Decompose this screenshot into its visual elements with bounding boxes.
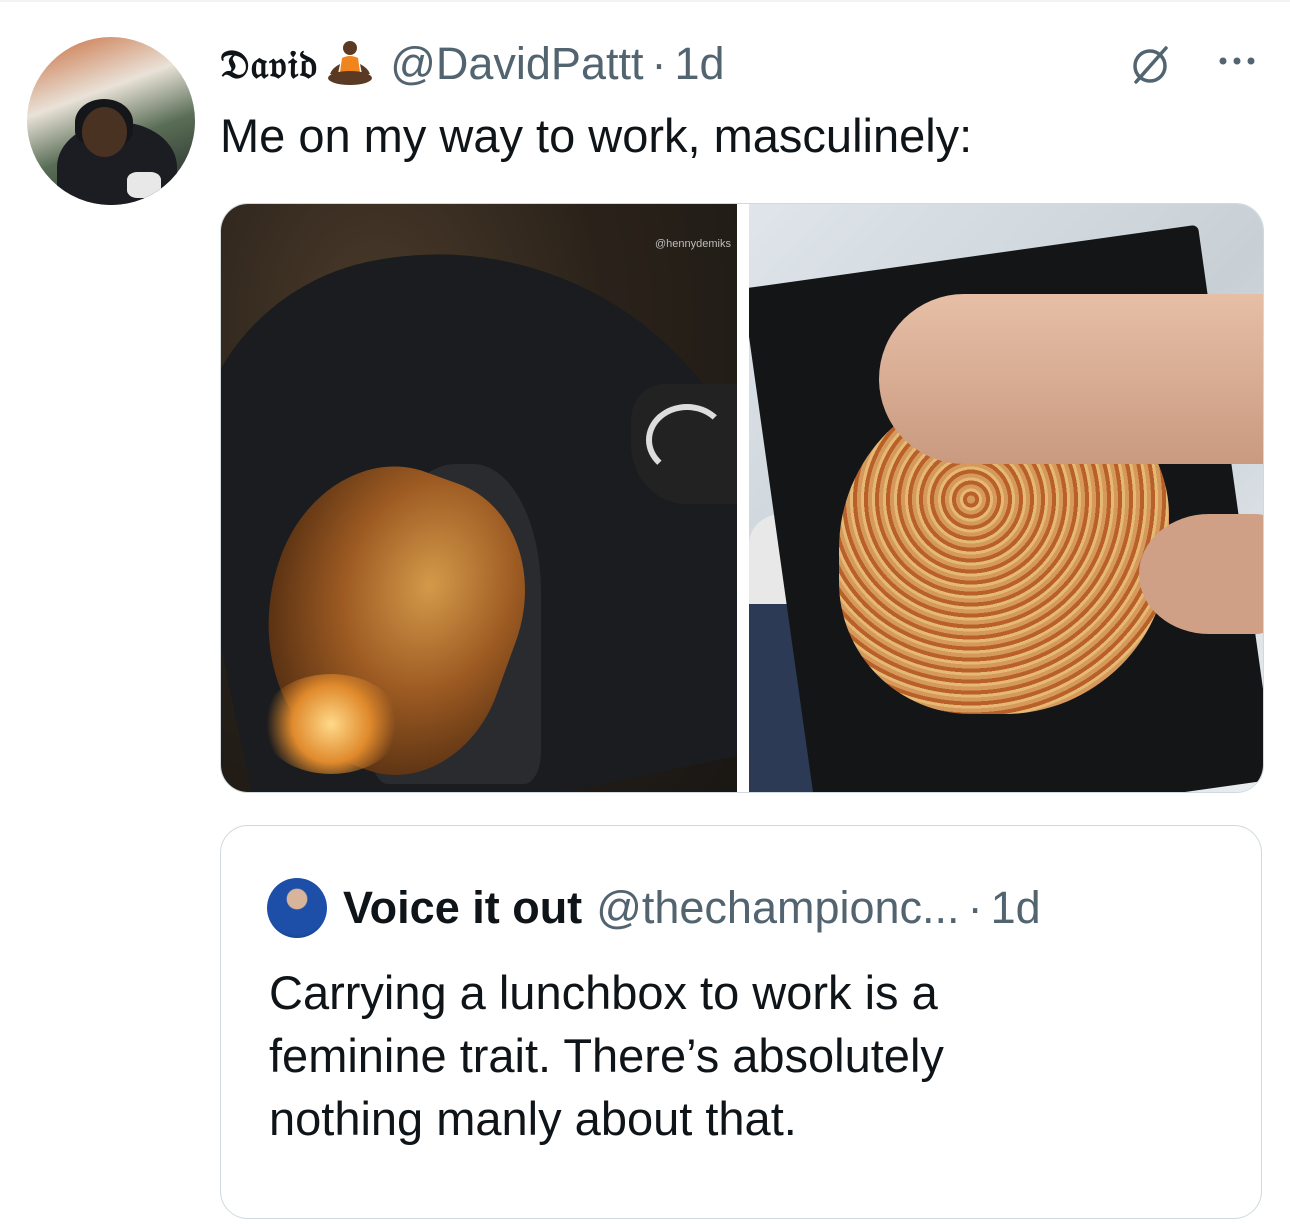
photo-watermark: @hennydemiks <box>655 238 731 250</box>
top-divider <box>0 0 1290 2</box>
more-icon[interactable] <box>1212 46 1262 76</box>
header-separator: · <box>651 38 667 89</box>
quoted-tweet-time: 1d <box>990 882 1041 933</box>
quoted-tweet[interactable]: Voice it out @thechampionc... · 1d Carry… <box>220 825 1262 1219</box>
media-photo-spaghetti-wallet[interactable] <box>749 204 1263 792</box>
media-photo-drumstick-pocket[interactable]: @hennydemiks <box>221 204 737 792</box>
tweet-header: 𝔇𝔞𝔳𝔦𝔡 @DavidPattt · 1d <box>220 34 725 94</box>
quoted-text-line: feminine trait. There’s absolutely <box>269 1029 944 1082</box>
quoted-text-line: nothing manly about that. <box>269 1092 797 1145</box>
author-avatar[interactable] <box>27 37 195 205</box>
quoted-author-avatar <box>267 878 327 938</box>
tweet-time[interactable]: 1d <box>674 38 724 90</box>
quoted-tweet-text: Carrying a lunchbox to work is a feminin… <box>269 961 1189 1150</box>
tweet-text: Me on my way to work, masculinely: <box>220 109 973 162</box>
grok-icon[interactable] <box>1128 42 1174 88</box>
meditation-emoji-icon <box>324 38 376 90</box>
tweet-media[interactable]: @hennydemiks <box>220 203 1264 793</box>
quoted-header-separator: · <box>967 882 983 933</box>
quoted-author-handle: @thechampionc... <box>596 882 960 933</box>
quoted-author-name: Voice it out <box>343 882 583 933</box>
author-name[interactable]: 𝔇𝔞𝔳𝔦𝔡 <box>220 41 318 88</box>
author-handle[interactable]: @DavidPattt <box>390 38 643 90</box>
quoted-text-line: Carrying a lunchbox to work is a <box>269 966 938 1019</box>
quoted-tweet-header: Voice it out @thechampionc... · 1d <box>267 878 1041 938</box>
